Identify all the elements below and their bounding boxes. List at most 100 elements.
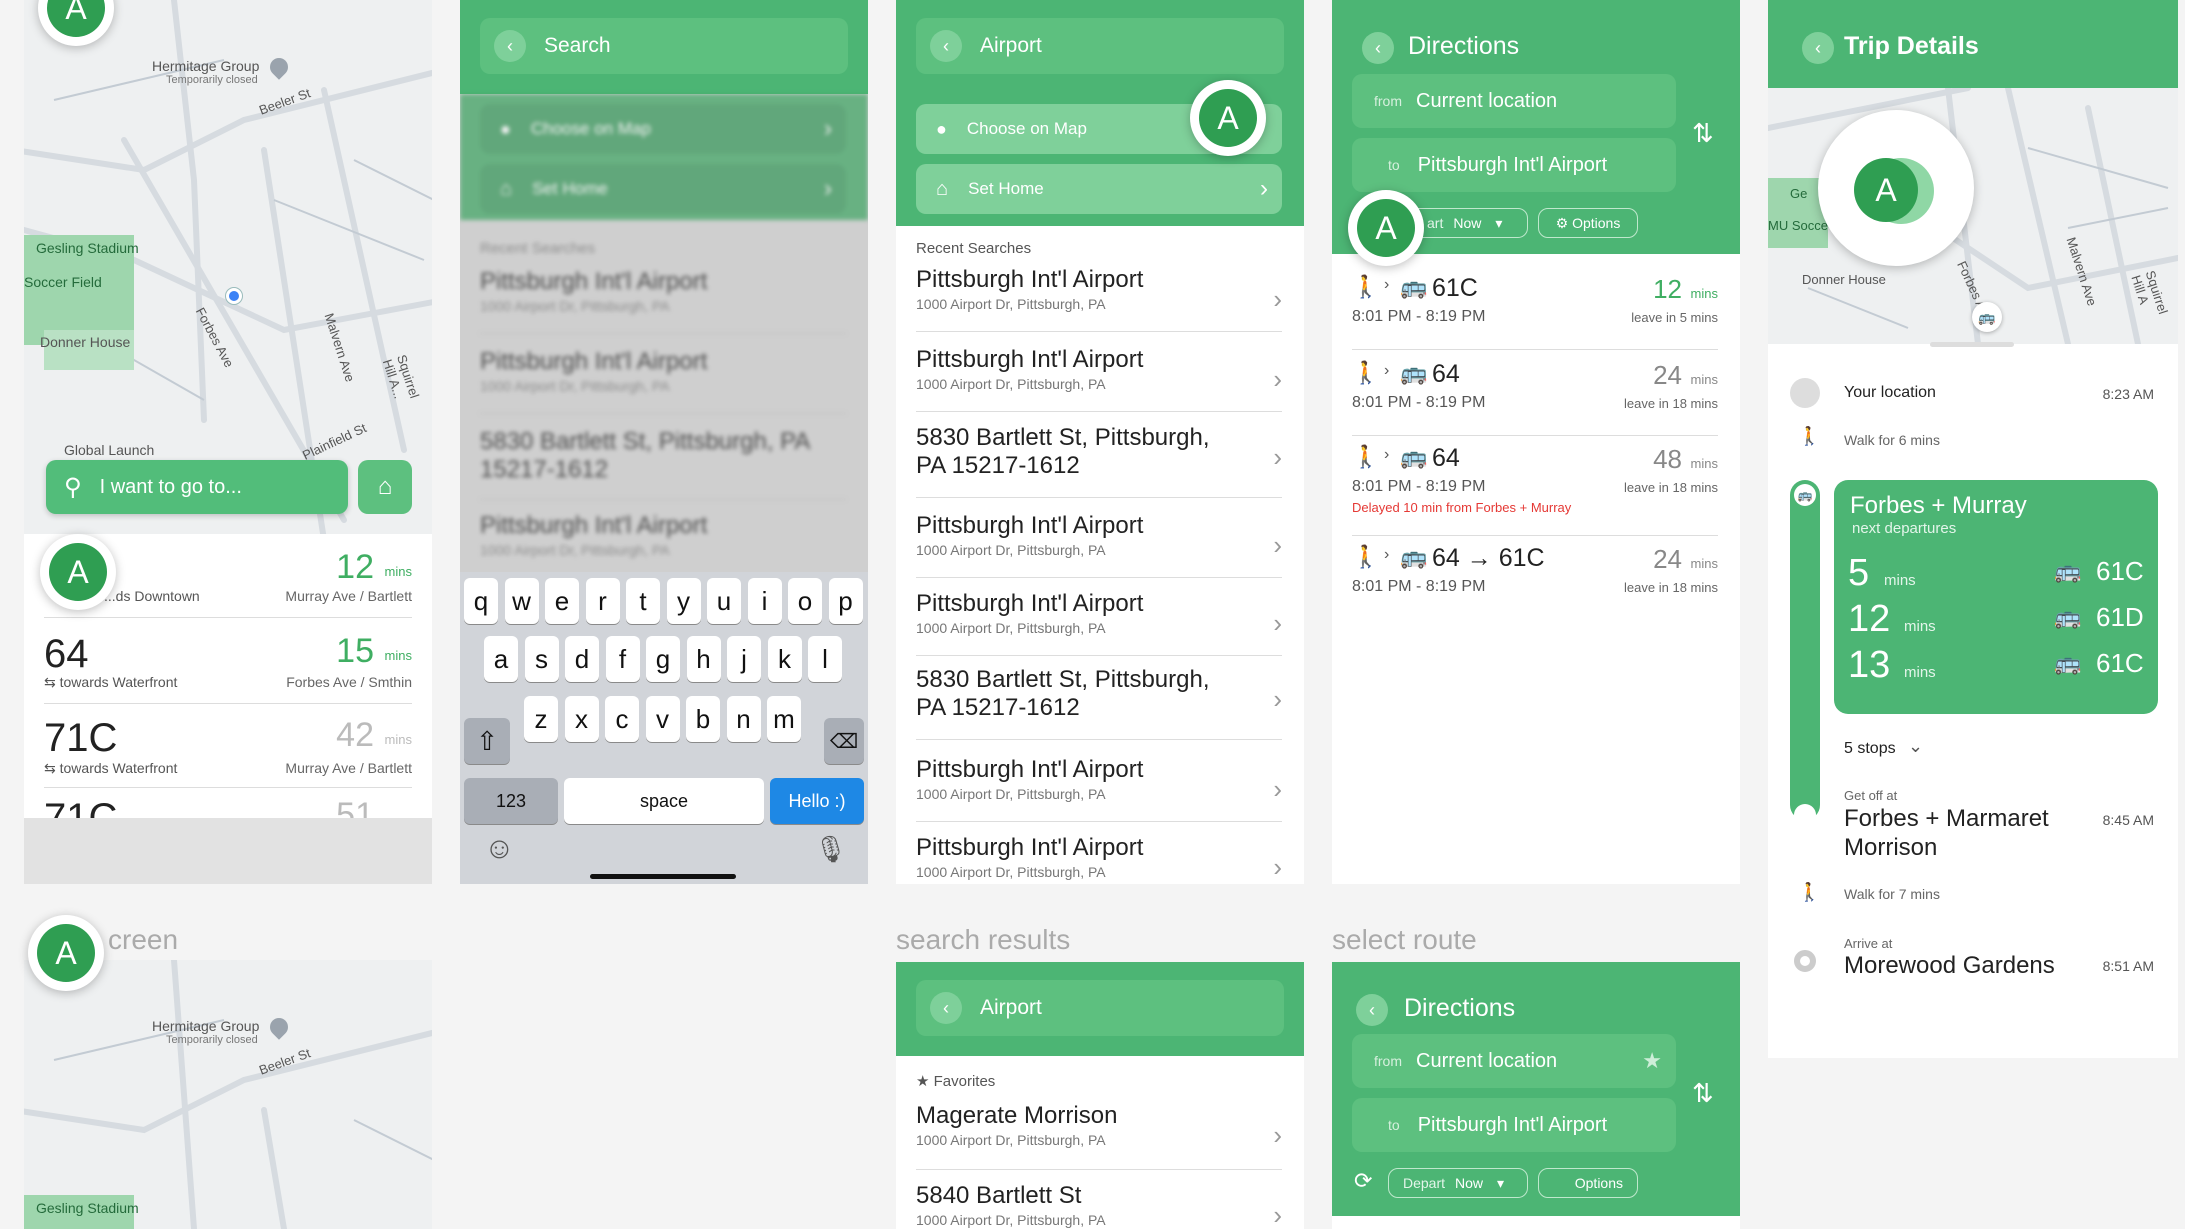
microphone-icon[interactable]: 🎙 (814, 834, 847, 865)
recent-item[interactable]: Pittsburgh Int'l Airport 1000 Airport Dr,… (480, 268, 846, 334)
route-unit: mins (1690, 556, 1718, 571)
space-key[interactable]: space (564, 778, 764, 824)
from-field[interactable]: from Current location ★ (1352, 1034, 1676, 1088)
recent-item[interactable]: Pittsburgh Int'l Airport 1000 Airport Dr,… (916, 266, 1282, 332)
map-label-closed: Temporarily closed (166, 74, 258, 86)
back-arrow-icon[interactable]: ‹ (1802, 32, 1834, 64)
to-field[interactable]: to Pittsburgh Int'l Airport (1352, 1098, 1676, 1152)
directions-screen: ‹ Directions from Current location to Pitt… (1332, 0, 1740, 884)
departure-stop: Murray Ave / Bartlett (285, 588, 412, 604)
key-u[interactable]: u (707, 578, 741, 624)
key-q[interactable]: q (464, 578, 498, 624)
key-f[interactable]: f (605, 636, 640, 682)
map-label-hermitage: Hermitage Group (152, 1018, 260, 1034)
search-field[interactable]: ‹ Airport (916, 980, 1284, 1036)
options-button[interactable]: Options (1538, 1168, 1638, 1198)
key-j[interactable]: j (727, 636, 761, 682)
search-field[interactable]: ‹ Search (480, 18, 848, 74)
origin-dot (1790, 378, 1820, 408)
key-o[interactable]: o (788, 578, 822, 624)
choose-on-map-button[interactable]: ● Choose on Map › (480, 104, 846, 154)
key-d[interactable]: d (565, 636, 599, 682)
shift-key[interactable]: ⇧ (464, 718, 510, 764)
key-p[interactable]: p (828, 578, 863, 624)
depart-selector[interactable]: Depart Now ▾ (1388, 1168, 1528, 1198)
departure-direction: towards Waterfront (59, 760, 178, 776)
back-arrow-icon[interactable]: ‹ (494, 30, 526, 62)
walk-icon: 🚶 (1352, 444, 1380, 469)
item-address: 1000 Airport Dr, Pittsburgh, PA (480, 298, 670, 314)
recent-item[interactable]: Pittsburgh Int'l Airport 1000 Airport Dr,… (916, 756, 1282, 822)
sheet-handle[interactable] (1930, 342, 2014, 347)
recent-item[interactable]: Pittsburgh Int'l Airport 1000 Airport Dr,… (916, 512, 1282, 578)
key-z[interactable]: z (524, 696, 558, 742)
emoji-icon[interactable]: ☺ (484, 832, 515, 866)
trip-map: Ge MU Socce Donner House Forbes Ave Malv… (1768, 88, 2178, 344)
set-home-button[interactable]: ⌂ Set Home › (916, 164, 1282, 214)
key-i[interactable]: i (747, 578, 782, 624)
swap-icon[interactable]: ⇅ (1692, 1078, 1714, 1109)
favorite-item[interactable]: 5840 Bartlett St 1000 Airport Dr, Pittsbu… (916, 1182, 1282, 1229)
route-option[interactable]: 🚶 › 🚌 64 → 61C 8:01 PM - 8:19 PM 24 mins leave … (1352, 536, 1718, 620)
departure-row[interactable]: 64 ⇆ towards Waterfront 15 mins Forbes A… (44, 618, 412, 704)
route-option[interactable]: 🚶 › 🚌 64 8:01 PM - 8:19 PM 24 mins leave in 18 … (1352, 352, 1718, 436)
to-field[interactable]: to Pittsburgh Int'l Airport (1352, 138, 1676, 192)
recent-item[interactable]: 5830 Bartlett St, Pittsburgh, PA 15217-1… (916, 424, 1282, 498)
destination-search-bar[interactable]: ⚲ I want to go to... (46, 460, 348, 514)
back-arrow-icon[interactable]: ‹ (1362, 32, 1394, 64)
key-s[interactable]: s (524, 636, 559, 682)
item-title: Pittsburgh Int'l Airport (916, 512, 1144, 539)
item-address: 1000 Airport Dr, Pittsburgh, PA (916, 542, 1106, 558)
key-m[interactable]: m (767, 696, 801, 742)
options-button[interactable]: ⚙ Options (1538, 208, 1638, 238)
departure-row[interactable]: 71C ⇆ towards Waterfront 42 mins Murray … (44, 704, 412, 788)
route-option[interactable]: 🚶 › 🚌 61C 8:01 PM - 8:19 PM 12 mins leave in 5 … (1352, 266, 1718, 350)
numbers-key[interactable]: 123 (464, 778, 558, 824)
key-g[interactable]: g (646, 636, 680, 682)
key-r[interactable]: r (585, 578, 620, 624)
swap-icon[interactable]: ⇅ (1692, 118, 1714, 149)
key-x[interactable]: x (564, 696, 599, 742)
key-v[interactable]: v (645, 696, 680, 742)
back-arrow-icon[interactable]: ‹ (1356, 994, 1388, 1026)
recent-item[interactable]: Pittsburgh Int'l Airport 1000 Airport Dr,… (480, 348, 846, 414)
stops-count[interactable]: 5 stops (1844, 740, 1896, 758)
back-arrow-icon[interactable]: ‹ (930, 30, 962, 62)
recent-item[interactable]: 5830 Bartlett St, Pittsburgh, PA 15217-1… (916, 666, 1282, 740)
from-field[interactable]: from Current location (1352, 74, 1676, 128)
next-departures-card[interactable]: Forbes + Murray next departures 5 mins 🚌 61… (1834, 480, 2158, 714)
key-b[interactable]: b (686, 696, 720, 742)
recent-item[interactable]: 5830 Bartlett St, Pittsburgh, PA 15217-1… (480, 428, 846, 500)
backspace-key[interactable]: ⌫ (824, 718, 864, 764)
route-time: 8:01 PM - 8:19 PM (1352, 394, 1486, 411)
recent-item[interactable]: Pittsburgh Int'l Airport 1000 Airport Dr,… (916, 346, 1282, 412)
set-home-button[interactable]: ⌂ Set Home › (480, 164, 846, 214)
departure-row-partial[interactable]: 71C 51 (44, 796, 412, 820)
walk-duration: Walk for 7 mins (1844, 886, 1940, 902)
recent-item[interactable]: Pittsburgh Int'l Airport 1000 Airport Dr,… (480, 512, 846, 578)
refresh-icon[interactable]: ⟳ (1354, 1168, 1372, 1194)
route-number: 71C (44, 716, 118, 760)
key-t[interactable]: t (626, 578, 660, 624)
route-option[interactable]: 🚶 › 🚌 64 8:01 PM - 8:19 PM 48 mins leave in 18 … (1352, 436, 1718, 536)
key-h[interactable]: h (686, 636, 721, 682)
key-w[interactable]: w (504, 578, 539, 624)
recent-item[interactable]: Pittsburgh Int'l Airport 1000 Airport Dr,… (916, 590, 1282, 656)
chevron-right-icon: › (1260, 175, 1268, 202)
key-c[interactable]: c (605, 696, 639, 742)
recent-item[interactable]: Pittsburgh Int'l Airport 1000 Airport Dr,… (916, 834, 1282, 884)
go-key[interactable]: Hello :) (770, 778, 864, 824)
star-icon[interactable]: ★ (1642, 1048, 1662, 1074)
chevron-down-icon[interactable]: ⌄ (1908, 736, 1923, 757)
leave-time: leave in 18 mins (1624, 396, 1718, 411)
home-shortcut-button[interactable]: ⌂ (358, 460, 412, 514)
search-field[interactable]: ‹ Airport (916, 18, 1284, 74)
favorite-item[interactable]: Magerate Morrison 1000 Airport Dr, Pittsb… (916, 1102, 1282, 1170)
key-n[interactable]: n (726, 696, 761, 742)
back-arrow-icon[interactable]: ‹ (930, 992, 962, 1024)
key-a[interactable]: a (484, 636, 518, 682)
key-l[interactable]: l (808, 636, 842, 682)
key-e[interactable]: e (545, 578, 579, 624)
key-k[interactable]: k (767, 636, 802, 682)
key-y[interactable]: y (666, 578, 701, 624)
